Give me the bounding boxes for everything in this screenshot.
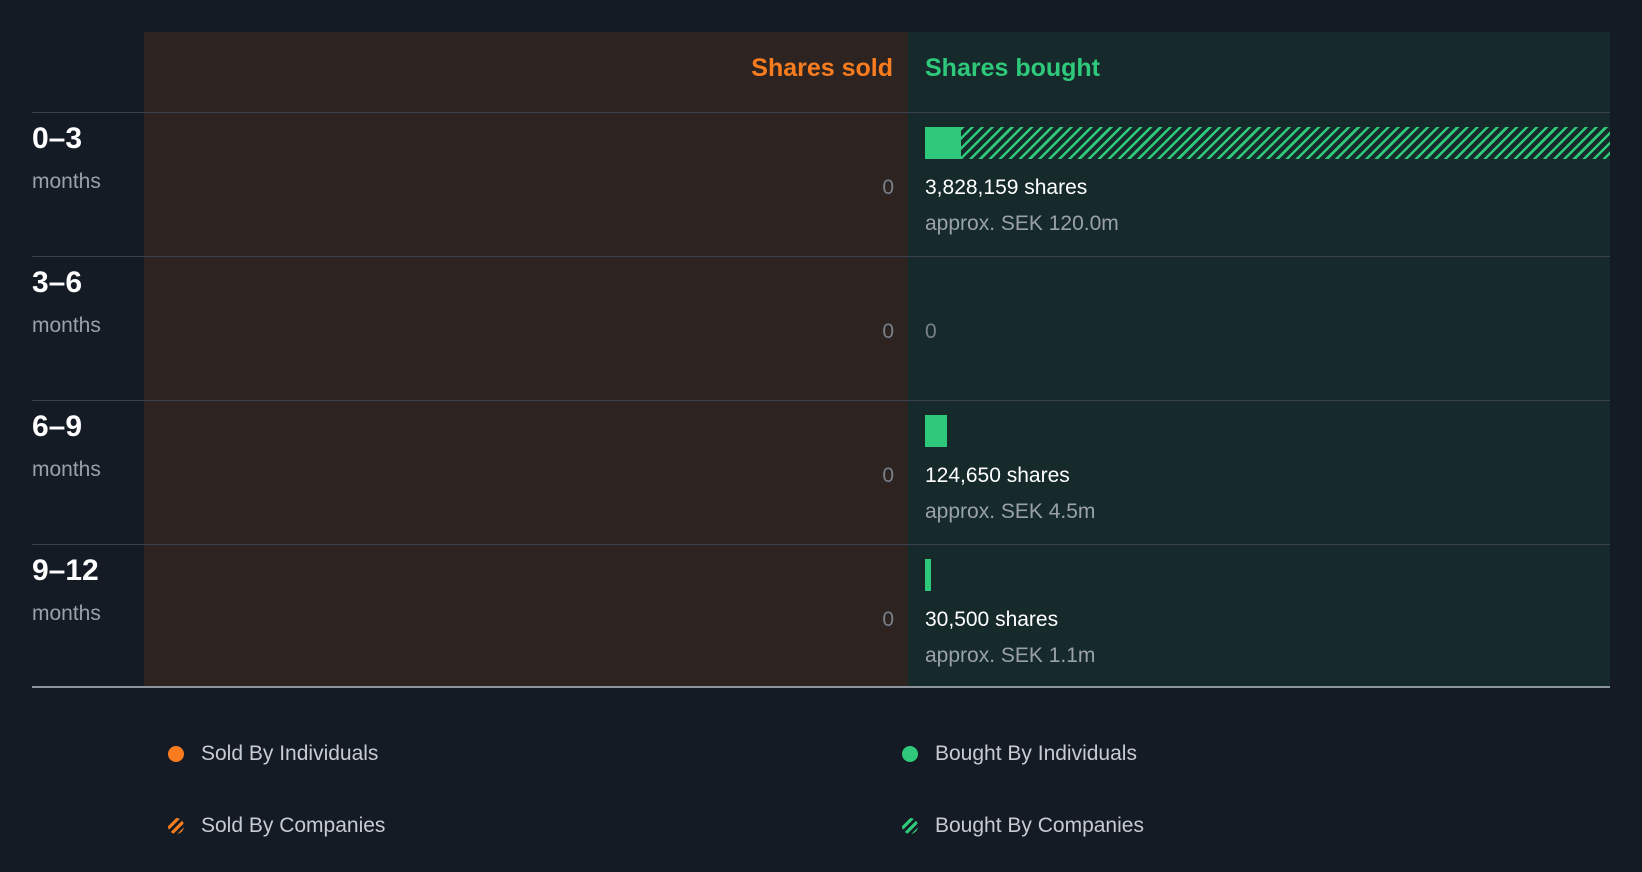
sold-value-label: 0 [882, 320, 894, 343]
period-unit-label: months [32, 602, 101, 625]
bought-shares-label: 30,500 shares [925, 608, 1059, 631]
legend-label: Bought By Companies [935, 814, 1144, 837]
bought-individuals-bar [925, 415, 947, 447]
legend-label: Bought By Individuals [935, 742, 1137, 765]
legend-label: Sold By Individuals [201, 742, 379, 765]
legend-sold-companies: Sold By Companies [168, 814, 385, 838]
bought-individuals-swatch-icon [902, 746, 918, 762]
sold-value-label: 0 [882, 608, 894, 631]
sold-companies-swatch-icon [168, 818, 184, 834]
period-label: 3–6 [32, 266, 83, 299]
bought-companies-swatch-icon [902, 818, 918, 834]
bought-shares-label: 3,828,159 shares [925, 176, 1088, 199]
period-row: 3–6 months 0 0 [0, 256, 1642, 400]
bought-value-label: approx. SEK 4.5m [925, 500, 1096, 523]
bought-individuals-bar [925, 559, 931, 591]
legend-bought-companies: Bought By Companies [902, 814, 1144, 838]
period-row: 0–3 months 0 3,828,159 shares approx. SEK 12… [0, 112, 1642, 256]
legend-sold-individuals: Sold By Individuals [168, 742, 378, 766]
period-label: 0–3 [32, 122, 83, 155]
bought-value-label: 0 [925, 320, 937, 343]
chart-baseline [32, 686, 1610, 688]
legend-label: Sold By Companies [201, 814, 386, 837]
period-unit-label: months [32, 170, 101, 193]
legend-bought-individuals: Bought By Individuals [902, 742, 1137, 766]
sold-value-label: 0 [882, 176, 894, 199]
period-unit-label: months [32, 314, 101, 337]
sold-individuals-swatch-icon [168, 746, 184, 762]
bought-value-label: approx. SEK 1.1m [925, 644, 1096, 667]
bought-individuals-bar [925, 127, 961, 159]
bought-shares-label: 124,650 shares [925, 464, 1070, 487]
period-label: 6–9 [32, 410, 83, 443]
bought-companies-bar [961, 127, 1610, 159]
shares-sold-header: Shares sold [751, 54, 893, 82]
period-unit-label: months [32, 458, 101, 481]
bought-value-label: approx. SEK 120.0m [925, 212, 1119, 235]
period-label: 9–12 [32, 554, 99, 587]
period-row: 9–12 months 0 30,500 shares approx. SEK 1.1m [0, 544, 1642, 688]
insider-trading-chart: Shares sold Shares bought 0–3 months 0 3,82… [0, 0, 1642, 700]
shares-bought-header: Shares bought [925, 54, 1101, 82]
period-row: 6–9 months 0 124,650 shares approx. SEK 4.5m [0, 400, 1642, 544]
sold-value-label: 0 [882, 464, 894, 487]
